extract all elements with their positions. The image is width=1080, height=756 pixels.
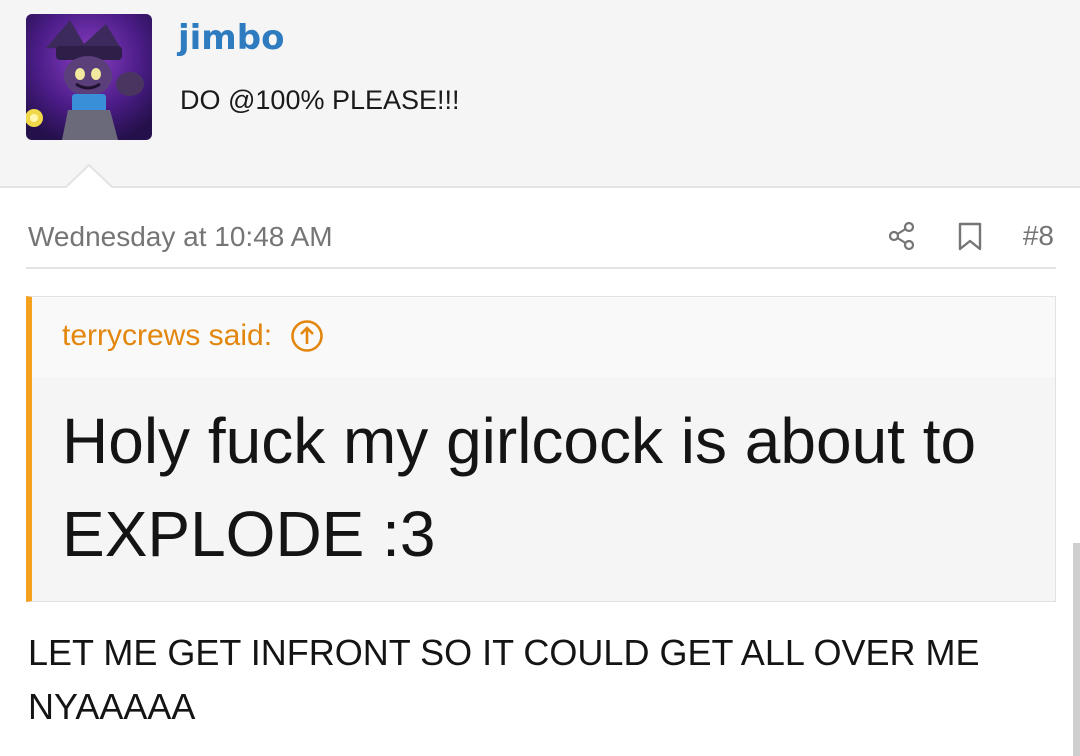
username[interactable]: jimbo: [178, 18, 284, 59]
avatar[interactable]: [26, 14, 152, 140]
post-actions: #8: [885, 214, 1054, 258]
quote-author-line: terrycrews said:: [62, 319, 324, 353]
post-pointer-notch: [66, 164, 112, 188]
quote-header: terrycrews said:: [32, 297, 1055, 377]
user-title: DO @100% PLEASE!!!: [180, 85, 460, 115]
bookmark-icon[interactable]: [953, 219, 987, 253]
post-number-link[interactable]: #8: [1023, 220, 1054, 252]
user-header: jimbo DO @100% PLEASE!!!: [0, 0, 1080, 188]
avatar-image: [26, 14, 152, 140]
quote-text: Holy fuck my girlcock is about to EXPLOD…: [62, 405, 977, 570]
share-icon[interactable]: [885, 219, 919, 253]
post-date[interactable]: Wednesday at 10:48 AM: [28, 220, 333, 254]
quote-block: terrycrews said: Holy fuck my girlcock i…: [26, 296, 1056, 602]
arrow-up-circle-icon[interactable]: [290, 319, 324, 353]
scrollbar[interactable]: [1073, 543, 1080, 756]
divider: [26, 267, 1056, 269]
quote-author[interactable]: terrycrews said:: [62, 319, 272, 353]
post-body: LET ME GET INFRONT SO IT COULD GET ALL O…: [28, 632, 980, 727]
